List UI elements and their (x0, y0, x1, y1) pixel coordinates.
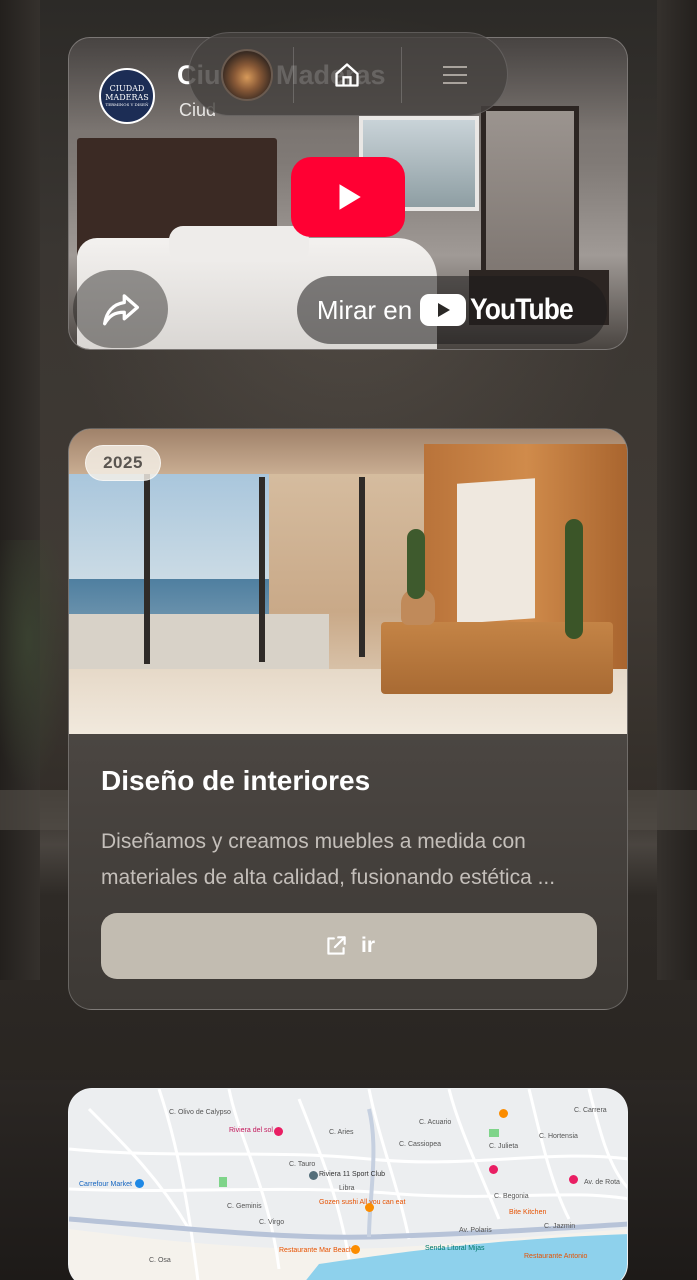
map-label-begonia: C. Begonia (494, 1193, 529, 1200)
open-project-button[interactable]: ir (101, 913, 597, 979)
external-link-icon (327, 936, 346, 955)
share-arrow-icon (102, 294, 139, 326)
background-plant (0, 540, 70, 790)
map-pin-icon[interactable] (309, 1171, 318, 1180)
share-button[interactable] (73, 270, 168, 348)
hamburger-menu-icon (443, 66, 467, 84)
map-label-polaris: Av. Polaris (459, 1227, 492, 1234)
youtube-logo-icon (420, 294, 467, 326)
map-label-cassiopea: C. Cassiopea (399, 1141, 442, 1148)
image-wall-panel (457, 478, 535, 624)
map-label-restaurant2: Restaurante Antonio (524, 1253, 588, 1260)
location-map[interactable]: Riviera del sol Carrefour Market Riviera… (68, 1088, 628, 1280)
open-project-label: ir (360, 934, 375, 957)
map-label-senda: Senda Litoral Mijas (425, 1245, 485, 1252)
nav-divider (401, 47, 402, 103)
image-door-frame (359, 477, 365, 657)
map-pin-icon[interactable] (351, 1245, 360, 1254)
home-icon (335, 63, 359, 87)
map-label-rota: Av. de Rota (584, 1179, 620, 1186)
year-badge: 2025 (85, 445, 161, 481)
watch-on-youtube-button[interactable]: Mirar en YouTube (297, 276, 607, 344)
map-label-julieta: C. Julieta (489, 1143, 519, 1150)
map-label-aries: C. Aries (329, 1129, 354, 1136)
background-column-left (0, 0, 40, 980)
nav-divider (293, 47, 294, 103)
map-label-libra: Libra (339, 1185, 355, 1192)
menu-button[interactable] (435, 57, 475, 93)
image-cactus (407, 529, 425, 599)
map-label-jazmin: C. Jazmin (544, 1223, 576, 1230)
channel-logo[interactable]: CIUDAD MADERAS TERMINOS Y DISEÑ (99, 68, 155, 124)
map-label-olivo: C. Olivo de Calypso (169, 1109, 231, 1116)
map-label-carrefour: Carrefour Market (79, 1181, 132, 1188)
play-icon (339, 184, 361, 210)
map-label-hortensia: C. Hortensia (539, 1133, 578, 1140)
map-pin-icon[interactable] (489, 1165, 498, 1174)
project-card: 2025 Diseño de interiores Diseñamos y cr… (68, 428, 628, 1010)
map-label-virgo: C. Virgo (259, 1219, 285, 1226)
project-description: Diseñamos y creamos muebles a medida con… (101, 830, 556, 889)
map-label-bite: Bite Kitchen (509, 1209, 547, 1216)
image-door-frame (259, 477, 265, 662)
youtube-logo: YouTube (420, 293, 587, 327)
map-label-restaurant1: Restaurante Mar Beach (279, 1247, 353, 1254)
home-button[interactable] (327, 57, 367, 93)
map-pin-icon[interactable] (365, 1203, 374, 1212)
image-sea (69, 579, 269, 619)
map-label-acuario: C. Acuario (419, 1119, 452, 1126)
project-title: Diseño de interiores (101, 765, 371, 796)
map-label-tauro: C. Tauro (289, 1161, 316, 1168)
image-door-frame (144, 474, 150, 664)
map-label-carrera: C. Carrera (574, 1107, 607, 1114)
image-cactus (565, 519, 583, 639)
map-pin-icon[interactable] (274, 1127, 283, 1136)
map-label-sport-club: Riviera 11 Sport Club (319, 1171, 386, 1178)
avatar[interactable] (221, 49, 273, 101)
play-button[interactable] (291, 157, 405, 237)
map-label-geminis: C. Geminis (227, 1203, 262, 1210)
thumbnail-pillow (169, 226, 309, 262)
map-pin-icon[interactable] (135, 1179, 144, 1188)
map-pin-icon[interactable] (569, 1175, 578, 1184)
background-column-right (657, 0, 697, 980)
map-label-osa: C. Osa (149, 1257, 171, 1264)
map-pin-icon[interactable] (499, 1109, 508, 1118)
youtube-wordmark: YouTube (470, 293, 574, 326)
channel-logo-tagline: TERMINOS Y DISEÑ (105, 101, 149, 107)
watch-on-label: Mirar en (316, 294, 413, 325)
floating-nav-bar (188, 32, 508, 116)
map-label-riviera: Riviera del sol (229, 1127, 273, 1134)
map-label-sushi: Gozen sushi All you can eat (319, 1199, 406, 1206)
image-terrace (69, 614, 329, 674)
